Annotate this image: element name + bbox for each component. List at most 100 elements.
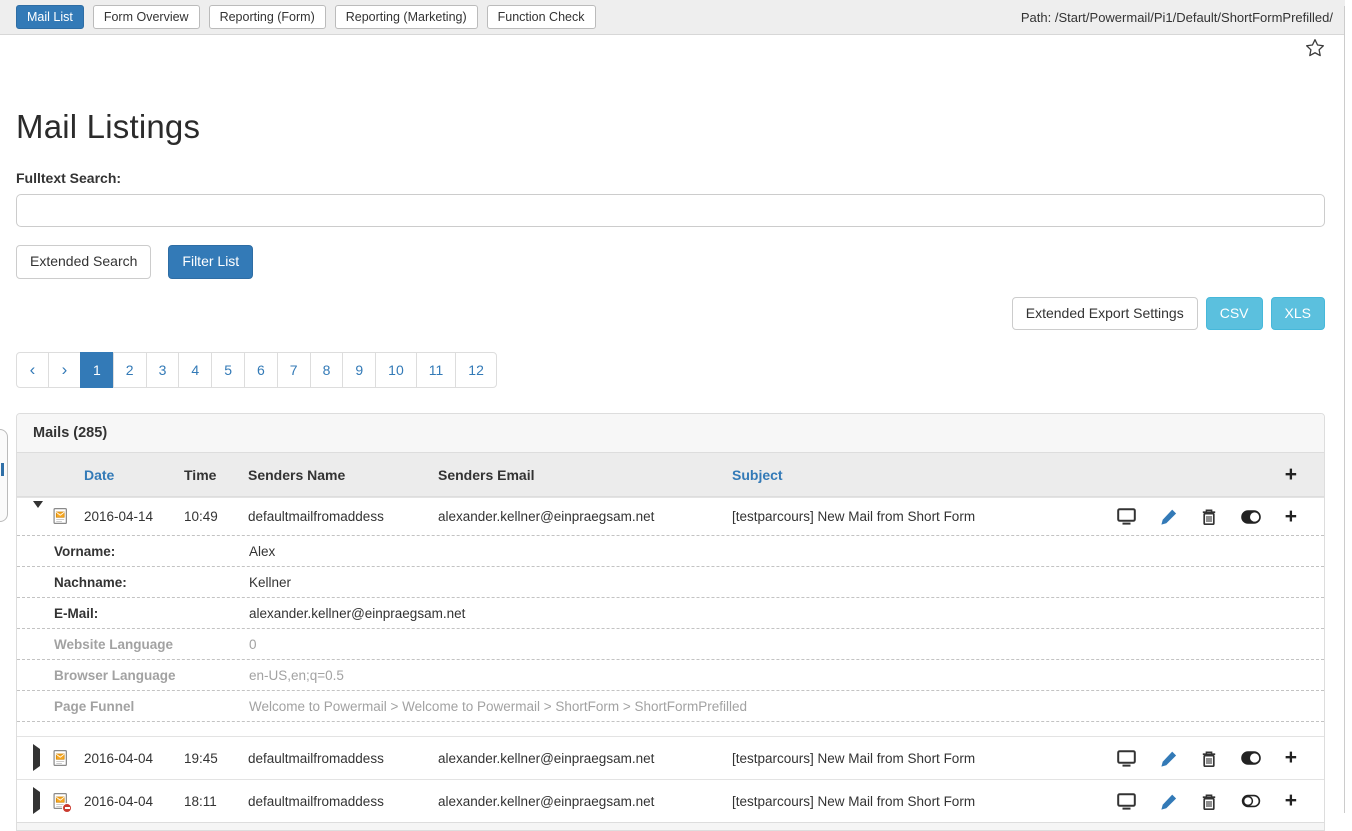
- mails-panel-title: Mails (285): [17, 414, 1324, 453]
- monitor-icon[interactable]: [1117, 750, 1136, 767]
- chevron-right-icon: ›: [62, 360, 68, 379]
- fulltext-search-input[interactable]: [16, 194, 1325, 227]
- pagination-page-1[interactable]: 1: [80, 352, 114, 388]
- detail-value: Kellner: [249, 575, 1324, 590]
- detail-value: alexander.kellner@einpraegsam.net: [249, 606, 1324, 621]
- pagination-next[interactable]: ›: [48, 352, 81, 388]
- collapse-row-button[interactable]: [33, 508, 53, 526]
- pagination-page-7[interactable]: 7: [277, 352, 311, 388]
- detail-label: Vorname:: [54, 544, 249, 559]
- unhide-toggle-button: [1241, 794, 1261, 808]
- mail-record-icon: [53, 508, 68, 525]
- detail-row: Browser Language en-US,en;q=0.5: [17, 659, 1324, 690]
- mail-time: 18:11: [181, 794, 245, 809]
- mail-senders-name: defaultmailfromaddess: [245, 751, 435, 766]
- tab-form-overview[interactable]: Form Overview: [93, 5, 200, 29]
- pagination-page-8[interactable]: 8: [310, 352, 344, 388]
- toggle-off-icon[interactable]: [1241, 794, 1261, 808]
- export-csv-button[interactable]: CSV: [1206, 297, 1263, 331]
- mail-subject: [testparcours] New Mail from Short Form: [729, 794, 1109, 809]
- pagination-page-2[interactable]: 2: [113, 352, 147, 388]
- pencil-icon[interactable]: [1160, 750, 1177, 767]
- detail-row: E-Mail: alexander.kellner@einpraegsam.ne…: [17, 597, 1324, 628]
- mail-subject: [testparcours] New Mail from Short Form: [729, 509, 1109, 524]
- table-header: Date Time Senders Name Senders Email Sub…: [17, 453, 1324, 497]
- hide-toggle-button: [1241, 751, 1261, 765]
- scrollbar-track[interactable]: [1344, 6, 1345, 813]
- mail-record-icon: [53, 750, 68, 767]
- tab-reporting-form[interactable]: Reporting (Form): [209, 5, 326, 29]
- toggle-on-icon[interactable]: [1241, 510, 1261, 524]
- pagination-page-6[interactable]: 6: [244, 352, 278, 388]
- pagination-page-4[interactable]: 4: [178, 352, 212, 388]
- detail-row: Website Language 0: [17, 628, 1324, 659]
- pagination-page-9[interactable]: 9: [342, 352, 376, 388]
- pencil-icon[interactable]: [1160, 508, 1177, 525]
- column-header-date[interactable]: Date: [81, 467, 181, 483]
- monitor-icon[interactable]: [1117, 508, 1136, 525]
- trash-icon[interactable]: [1201, 508, 1217, 525]
- pagination-page-10[interactable]: 10: [375, 352, 417, 388]
- delete-button: [1201, 750, 1217, 767]
- tab-reporting-marketing[interactable]: Reporting (Marketing): [335, 5, 478, 29]
- mail-date: 2016-04-14: [81, 509, 181, 524]
- mail-date: 2016-04-04: [81, 751, 181, 766]
- column-header-subject[interactable]: Subject: [729, 467, 1109, 483]
- pencil-icon[interactable]: [1160, 793, 1177, 810]
- tree-collapse-handle[interactable]: [0, 429, 8, 522]
- detail-value: en-US,en;q=0.5: [249, 668, 1324, 683]
- mail-senders-name: defaultmailfromaddess: [245, 509, 435, 524]
- filter-list-button[interactable]: Filter List: [168, 245, 253, 279]
- table-row: 2016-04-04 18:11 defaultmailfromaddess a…: [17, 779, 1324, 822]
- expand-row-button[interactable]: [33, 749, 53, 767]
- detail-label: E-Mail:: [54, 606, 249, 621]
- tab-function-check[interactable]: Function Check: [487, 5, 596, 29]
- column-header-senders-email: Senders Email: [435, 467, 729, 483]
- column-header-senders-name: Senders Name: [245, 467, 435, 483]
- tab-mail-list[interactable]: Mail List: [16, 5, 84, 29]
- monitor-icon[interactable]: [1117, 793, 1136, 810]
- trash-icon[interactable]: [1201, 793, 1217, 810]
- mail-date: 2016-04-04: [81, 794, 181, 809]
- pagination-prev[interactable]: ‹: [16, 352, 49, 388]
- detail-spacer: [17, 721, 1324, 736]
- delete-button: [1201, 793, 1217, 810]
- edit-button: [1160, 750, 1177, 767]
- mail-senders-name: defaultmailfromaddess: [245, 794, 435, 809]
- caret-right-icon: [33, 787, 40, 814]
- mail-senders-email: alexander.kellner@einpraegsam.net: [435, 509, 729, 524]
- add-column-icon[interactable]: +: [1285, 466, 1297, 484]
- toggle-on-icon[interactable]: [1241, 751, 1261, 765]
- detail-label: Nachname:: [54, 575, 249, 590]
- mail-subject: [testparcours] New Mail from Short Form: [729, 751, 1109, 766]
- mail-senders-email: alexander.kellner@einpraegsam.net: [435, 794, 729, 809]
- export-xls-button[interactable]: XLS: [1271, 297, 1325, 331]
- extended-export-settings-button[interactable]: Extended Export Settings: [1012, 297, 1198, 331]
- pagination-page-5[interactable]: 5: [211, 352, 245, 388]
- pagination: ‹ › 1 2 3 4 5 6 7 8 9 10 11 12: [16, 352, 1325, 388]
- mail-time: 19:45: [181, 751, 245, 766]
- new-record-icon[interactable]: +: [1285, 749, 1297, 767]
- detail-label: Website Language: [54, 637, 249, 652]
- trash-icon[interactable]: [1201, 750, 1217, 767]
- caret-right-icon: [33, 744, 40, 771]
- detail-row: Page Funnel Welcome to Powermail > Welco…: [17, 690, 1324, 721]
- caret-down-icon: [33, 501, 43, 525]
- detail-value: Welcome to Powermail > Welcome to Powerm…: [249, 699, 1324, 714]
- pagination-page-12[interactable]: 12: [455, 352, 497, 388]
- pagination-page-3[interactable]: 3: [146, 352, 180, 388]
- pagination-page-11[interactable]: 11: [416, 352, 457, 388]
- table-row: 2016-04-14 10:49 defaultmailfromaddess a…: [17, 497, 1324, 535]
- detail-label: Browser Language: [54, 668, 249, 683]
- edit-button: [1160, 793, 1177, 810]
- detail-row: Nachname: Kellner: [17, 566, 1324, 597]
- expand-row-button[interactable]: [33, 792, 53, 810]
- preview-button: [1117, 793, 1136, 810]
- new-record-icon[interactable]: +: [1285, 792, 1297, 810]
- extended-search-button[interactable]: Extended Search: [16, 245, 151, 279]
- edit-button: [1160, 508, 1177, 525]
- doc-header: Mail List Form Overview Reporting (Form)…: [0, 0, 1345, 35]
- mail-senders-email: alexander.kellner@einpraegsam.net: [435, 751, 729, 766]
- handle-mark: [1, 463, 4, 476]
- new-record-icon[interactable]: +: [1285, 508, 1297, 526]
